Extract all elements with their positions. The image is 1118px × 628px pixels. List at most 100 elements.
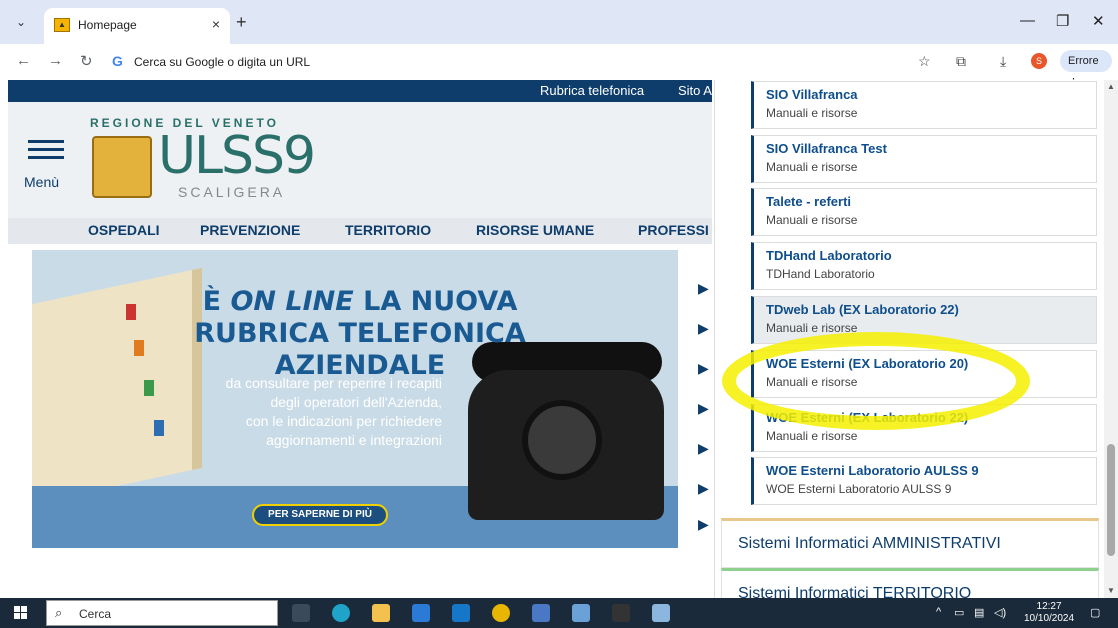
address-bar[interactable]: G Cerca su Google o digita un URL (104, 48, 912, 76)
clock-date: 10/10/2024 (1024, 613, 1075, 624)
web-page: Rubrica telefonica Sito A Menù REGIONE D… (0, 80, 1118, 598)
task-view-icon[interactable] (292, 604, 310, 622)
terminal-icon[interactable] (612, 604, 630, 622)
section-title: Sistemi Informatici TERRITORIO (738, 585, 972, 598)
reload-icon[interactable]: ↻ (80, 52, 93, 70)
clock-time: 12:27 (1036, 601, 1062, 612)
tab-title: Homepage (78, 18, 137, 32)
tab-close-icon[interactable]: × (212, 16, 220, 32)
app-icon[interactable] (572, 604, 590, 622)
tray-chevron-icon[interactable]: ^ (936, 606, 941, 618)
nav-ospedali[interactable]: OSPEDALI (88, 222, 160, 238)
extensions-icon[interactable]: ⧉ (956, 53, 966, 70)
error-button[interactable]: Errore ⋮ (1060, 50, 1112, 89)
card-title: WOE Esterni Laboratorio AULSS 9 (766, 463, 979, 478)
nav-territorio[interactable]: TERRITORIO (345, 222, 431, 238)
browser-tab-strip: ⌄ ▲ Homepage × + — ❐ ✕ (0, 0, 1118, 44)
arrow-right-icon[interactable]: ▶ (698, 360, 709, 377)
notifications-icon[interactable]: ▢ (1090, 606, 1100, 619)
taskbar-search[interactable]: ⌕ Cerca (46, 600, 278, 626)
bookmark-star-icon[interactable]: ☆ (918, 53, 931, 70)
site-top-bar: Rubrica telefonica Sito A (8, 80, 712, 102)
windows-start-icon[interactable] (14, 606, 28, 620)
volume-icon[interactable]: ◁) (994, 606, 1006, 619)
panel-card-sio-villafranca-test[interactable]: SIO Villafranca Test Manuali e risorse (751, 135, 1097, 183)
minimize-icon[interactable]: — (1020, 12, 1035, 29)
back-icon[interactable]: ← (16, 52, 31, 69)
card-title: WOE Esterni (EX Laboratorio 20) (766, 356, 969, 371)
network-icon[interactable]: ▤ (974, 606, 984, 619)
ulss-logo-text[interactable]: ULSS9 (158, 130, 316, 182)
store-icon[interactable] (412, 604, 430, 622)
taskbar-clock[interactable]: 12:27 10/10/2024 (1024, 601, 1074, 625)
file-explorer-icon[interactable] (372, 604, 390, 622)
card-title: Talete - referti (766, 194, 852, 209)
address-placeholder: Cerca su Google o digita un URL (134, 55, 311, 69)
scrollbar-thumb[interactable] (1107, 444, 1115, 556)
error-label: Errore (1068, 55, 1099, 67)
banner-line: aggiornamenti e integrazioni (266, 432, 442, 448)
arrow-right-icon[interactable]: ▶ (698, 280, 709, 297)
site-header: Menù REGIONE DEL VENETO ULSS9 SCALIGERA (8, 102, 712, 218)
learn-more-button[interactable]: PER SAPERNE DI PIÙ (252, 504, 388, 526)
hero-banner[interactable]: È ON LINE LA NUOVA RUBRICA TELEFONICA AZ… (32, 250, 678, 548)
google-icon: G (112, 53, 123, 69)
section-amministrativi[interactable]: Sistemi Informatici AMMINISTRATIVI (721, 518, 1099, 568)
tab-homepage[interactable]: ▲ Homepage × (44, 8, 230, 44)
menu-label[interactable]: Menù (24, 174, 59, 190)
arrow-right-icon[interactable]: ▶ (698, 440, 709, 457)
forward-icon[interactable]: → (48, 52, 63, 69)
banner-line: degli operatori dell'Azienda, (270, 394, 442, 410)
card-subtitle: Manuali e risorse (766, 160, 858, 174)
card-title: SIO Villafranca (766, 87, 858, 102)
panel-card-woe-20[interactable]: WOE Esterni (EX Laboratorio 20) Manuali … (751, 350, 1097, 398)
panel-card-tdweb-lab[interactable]: TDweb Lab (EX Laboratorio 22) Manuali e … (751, 296, 1097, 344)
downloads-icon[interactable]: ⤓ (1000, 53, 1006, 70)
restore-icon[interactable]: ❐ (1056, 12, 1069, 30)
hamburger-menu-icon[interactable] (28, 140, 64, 164)
close-window-icon[interactable]: ✕ (1092, 12, 1105, 30)
arrow-right-icon[interactable]: ▶ (698, 516, 709, 533)
nav-professionisti[interactable]: PROFESSI (638, 222, 709, 238)
mail-icon[interactable] (452, 604, 470, 622)
card-subtitle: TDHand Laboratorio (766, 267, 875, 281)
app-icon[interactable] (532, 604, 550, 622)
card-subtitle: WOE Esterni Laboratorio AULSS 9 (766, 482, 952, 496)
scroll-up-icon[interactable]: ▲ (1107, 82, 1115, 91)
headline-prefix: È (202, 286, 231, 317)
edge-icon[interactable] (332, 604, 350, 622)
card-title: SIO Villafranca Test (766, 141, 887, 156)
panel-card-talete[interactable]: Talete - referti Manuali e risorse (751, 188, 1097, 236)
panel-card-tdhand[interactable]: TDHand Laboratorio TDHand Laboratorio (751, 242, 1097, 290)
taskbar-search-placeholder: Cerca (79, 607, 112, 621)
chrome-icon[interactable] (492, 604, 510, 622)
nav-prevenzione[interactable]: PREVENZIONE (200, 222, 300, 238)
topbar-link-rubrica[interactable]: Rubrica telefonica (540, 83, 644, 98)
new-tab-button[interactable]: + (236, 12, 247, 33)
section-territorio[interactable]: Sistemi Informatici TERRITORIO (721, 568, 1099, 598)
panel-card-sio-villafranca[interactable]: SIO Villafranca Manuali e risorse (751, 81, 1097, 129)
topbar-link-sito[interactable]: Sito A (678, 83, 712, 98)
panel-card-woe-22[interactable]: WOE Esterni (EX Laboratorio 22) Manuali … (751, 404, 1097, 452)
banner-description: da consultare per reperire i recapiti de… (162, 374, 442, 450)
arrow-right-icon[interactable]: ▶ (698, 320, 709, 337)
card-subtitle: Manuali e risorse (766, 429, 858, 443)
card-subtitle: Manuali e risorse (766, 321, 858, 335)
site-favicon-icon: ▲ (54, 18, 70, 32)
arrow-right-icon[interactable]: ▶ (698, 400, 709, 417)
veneto-lion-logo-icon[interactable] (92, 136, 152, 198)
battery-icon[interactable]: ▭ (954, 606, 964, 619)
scroll-down-icon[interactable]: ▼ (1107, 586, 1115, 595)
profile-avatar[interactable]: S (1031, 53, 1047, 69)
tab-search-chevron-icon[interactable]: ⌄ (10, 11, 32, 33)
paint-icon[interactable] (652, 604, 670, 622)
page-scrollbar[interactable]: ▲ ▼ (1104, 80, 1118, 598)
nav-risorse-umane[interactable]: RISORSE UMANE (476, 222, 594, 238)
panel-card-woe-aulss9[interactable]: WOE Esterni Laboratorio AULSS 9 WOE Este… (751, 457, 1097, 505)
scaligera-logo-text: SCALIGERA (178, 184, 286, 200)
banner-line: con le indicazioni per richiedere (245, 413, 442, 429)
main-nav: OSPEDALI PREVENZIONE TERRITORIO RISORSE … (8, 218, 712, 244)
card-subtitle: Manuali e risorse (766, 213, 858, 227)
card-subtitle: Manuali e risorse (766, 106, 858, 120)
arrow-right-icon[interactable]: ▶ (698, 480, 709, 497)
